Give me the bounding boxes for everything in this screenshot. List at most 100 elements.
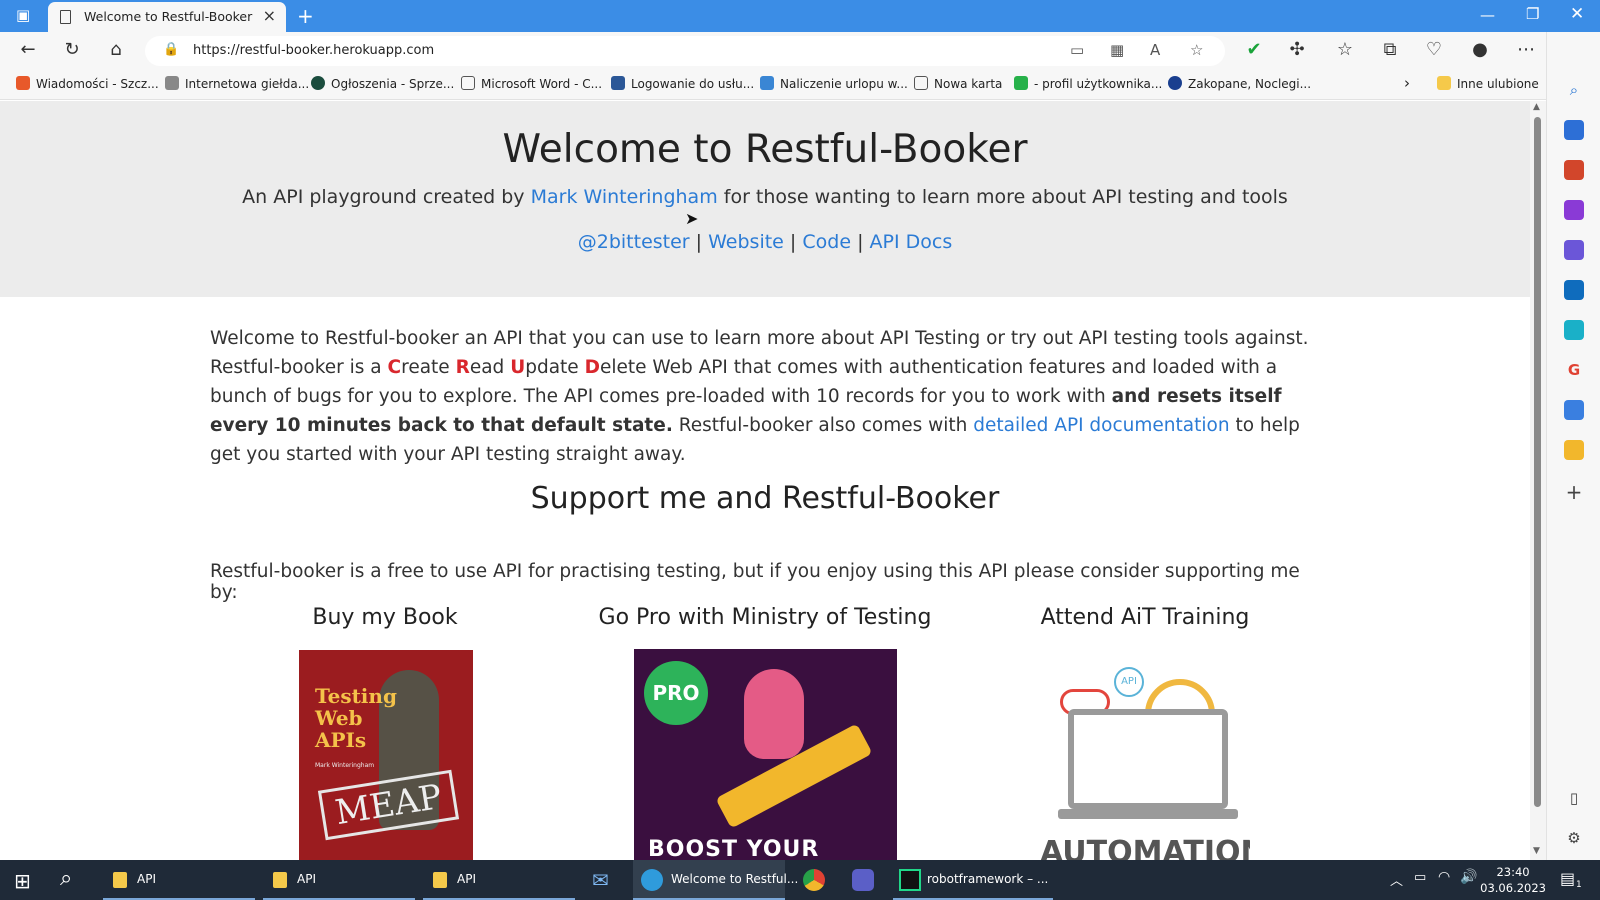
taskbar-item-api[interactable]: API xyxy=(263,860,415,900)
bookmarks-bar: Wiadomości - Szcz... Internetowa giełda.… xyxy=(0,70,1546,100)
bookmark-icon xyxy=(311,76,325,90)
close-window-icon[interactable]: ✕ xyxy=(1570,4,1584,24)
code-link[interactable]: Code xyxy=(802,231,851,253)
bookmark-item[interactable]: - profil użytkownika... xyxy=(1014,76,1162,91)
office-icon[interactable] xyxy=(1564,240,1584,260)
new-tab-icon[interactable]: + xyxy=(297,4,314,28)
page-icon xyxy=(461,76,475,90)
address-bar[interactable]: 🔒 https://restful-booker.herokuapp.com ▭… xyxy=(145,36,1225,66)
crud-letter: U xyxy=(510,357,526,378)
bookmark-item[interactable]: Logowanie do usłu... xyxy=(611,76,754,91)
page-scrollbar[interactable]: ▲ ▼ xyxy=(1530,101,1546,860)
search-icon[interactable]: ⌕ xyxy=(1564,80,1584,100)
shopping-icon[interactable] xyxy=(1564,120,1584,140)
mail-icon[interactable]: ✉ xyxy=(592,868,609,892)
refresh-icon[interactable]: ↻ xyxy=(60,39,84,60)
other-favorites[interactable]: Inne ulubione xyxy=(1437,76,1539,91)
notifications-icon[interactable]: ▤ xyxy=(1560,869,1575,888)
edge-icon xyxy=(641,869,663,891)
translate-icon[interactable] xyxy=(1564,400,1584,420)
folder-icon xyxy=(113,872,127,888)
collections-icon[interactable]: ⧉ xyxy=(1378,39,1402,60)
ministry-of-testing-pro-image[interactable]: PRO BOOST YOUR LEARNING! xyxy=(634,649,897,860)
wifi-icon[interactable]: ◠ xyxy=(1438,869,1450,885)
clock-date: 03.06.2023 xyxy=(1480,881,1546,895)
api-docs-link[interactable]: API Docs xyxy=(870,231,953,253)
bookmark-item[interactable]: Naliczenie urlopu w... xyxy=(760,76,908,91)
favorite-star-icon[interactable]: ☆ xyxy=(1190,41,1203,59)
bookmark-item[interactable]: Nowa karta xyxy=(914,76,1002,91)
read-aloud-icon[interactable]: A xyxy=(1150,41,1160,59)
sidebar-layout-icon[interactable]: ▯ xyxy=(1564,788,1584,808)
profile-avatar-icon[interactable]: ● xyxy=(1468,39,1492,60)
taskbar-item-edge[interactable]: Welcome to Restful... xyxy=(633,860,798,900)
performance-icon[interactable]: ♡ xyxy=(1422,39,1446,60)
bookmark-item[interactable]: Microsoft Word - C... xyxy=(461,76,602,91)
drop-icon[interactable] xyxy=(1564,320,1584,340)
page-content: Welcome to Restful-Booker An API playgro… xyxy=(0,101,1530,860)
windows-start-icon[interactable]: ⊞ xyxy=(14,869,31,893)
pink-creature xyxy=(744,669,804,759)
crud-word: pdate xyxy=(525,357,579,378)
back-icon[interactable]: ← xyxy=(16,39,40,60)
support-text: Restful-booker is a free to use API for … xyxy=(210,561,1300,603)
outlook-icon[interactable] xyxy=(1564,280,1584,300)
apps-icon[interactable]: ▦ xyxy=(1110,41,1124,59)
tray-chevron-icon[interactable]: ︿ xyxy=(1390,870,1403,889)
twitter-link[interactable]: @2bittester xyxy=(578,231,690,253)
extension-check-icon[interactable]: ✔ xyxy=(1242,39,1266,60)
taskbar-item-api[interactable]: API xyxy=(103,860,255,900)
scroll-up-icon[interactable]: ▲ xyxy=(1533,102,1540,112)
api-badge: API xyxy=(1114,667,1144,697)
bookmarks-overflow-icon[interactable]: › xyxy=(1404,74,1410,92)
intro-paragraph: Welcome to Restful-booker an API that yo… xyxy=(210,324,1325,469)
teams-icon[interactable] xyxy=(852,869,874,891)
restore-icon[interactable]: ❐ xyxy=(1526,5,1539,23)
browser-tab[interactable]: Welcome to Restful-Booker × xyxy=(48,2,286,32)
more-menu-icon[interactable]: ⋯ xyxy=(1514,39,1538,60)
taskbar-search-icon[interactable]: ⌕ xyxy=(60,866,72,891)
scroll-thumb[interactable] xyxy=(1534,117,1541,807)
bookmark-item[interactable]: Zakopane, Noclegi... xyxy=(1168,76,1311,91)
games-icon[interactable] xyxy=(1564,200,1584,220)
chrome-icon[interactable] xyxy=(803,869,825,891)
url-text[interactable]: https://restful-booker.herokuapp.com xyxy=(193,43,434,58)
scroll-down-icon[interactable]: ▼ xyxy=(1533,846,1540,856)
volume-icon[interactable]: 🔊 xyxy=(1460,869,1477,885)
bookmark-icon xyxy=(1014,76,1028,90)
website-link[interactable]: Website xyxy=(708,231,784,253)
separator: | xyxy=(857,231,864,253)
bookmark-icon xyxy=(611,76,625,90)
lock-icon[interactable]: 🔒 xyxy=(163,42,179,57)
taskbar-clock[interactable]: 23:40 03.06.2023 xyxy=(1480,864,1546,896)
google-icon[interactable]: G xyxy=(1564,360,1584,380)
api-documentation-link[interactable]: detailed API documentation xyxy=(973,415,1229,436)
crud-letter: C xyxy=(387,357,402,378)
bookmark-icon xyxy=(760,76,774,90)
mouse-cursor-icon: ➤ xyxy=(685,209,699,228)
separator: | xyxy=(695,231,703,253)
close-tab-icon[interactable]: × xyxy=(263,6,276,25)
home-icon[interactable]: ⌂ xyxy=(104,39,128,60)
bookmark-item[interactable]: Internetowa giełda... xyxy=(165,76,309,91)
author-link[interactable]: Mark Winteringham xyxy=(531,186,718,208)
tab-actions-icon[interactable]: ▣ xyxy=(16,6,30,24)
clock-time: 23:40 xyxy=(1496,865,1530,879)
bookmark-item[interactable]: Ogłoszenia - Sprze... xyxy=(311,76,454,91)
minimize-icon[interactable]: — xyxy=(1480,6,1495,24)
ait-training-image[interactable]: API AUTOMATION xyxy=(1040,649,1250,860)
add-icon[interactable]: + xyxy=(1564,482,1584,502)
book-title: Testing Web APIs xyxy=(315,684,397,752)
taskbar-label: API xyxy=(297,872,316,886)
book-cover-image[interactable]: Testing Web APIs Mark Winteringham MEAP xyxy=(299,650,473,860)
app-available-icon[interactable]: ▭ xyxy=(1070,41,1084,59)
tools-icon[interactable] xyxy=(1564,160,1584,180)
settings-gear-icon[interactable]: ⚙ xyxy=(1564,828,1584,848)
taskbar-item-pycharm[interactable]: robotframework – ... xyxy=(893,860,1053,900)
extensions-icon[interactable]: ✣ xyxy=(1285,39,1309,60)
favorites-icon[interactable]: ☆ xyxy=(1333,39,1357,60)
taskbar-item-api[interactable]: API xyxy=(423,860,575,900)
bookmark-item[interactable]: Wiadomości - Szcz... xyxy=(16,76,159,91)
battery-icon[interactable]: ▭ xyxy=(1414,870,1426,885)
drive-icon[interactable] xyxy=(1564,440,1584,460)
